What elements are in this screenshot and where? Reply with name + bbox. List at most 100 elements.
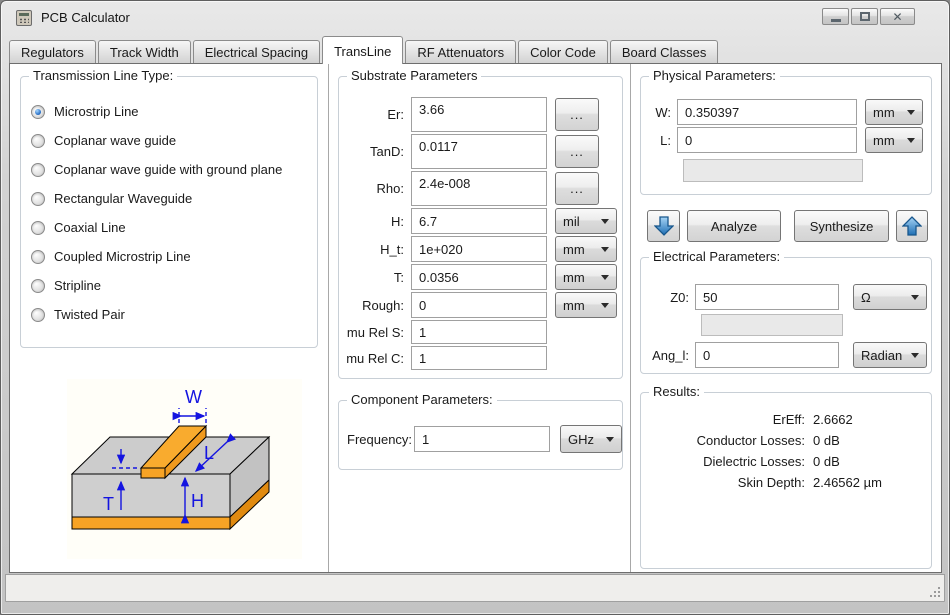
parameter-input[interactable]: 1: [411, 320, 547, 344]
maximize-icon: [860, 12, 870, 21]
column-separator: [630, 64, 631, 572]
calculator-icon: [16, 10, 32, 26]
line-type-options: Microstrip Line Coplanar wave guide Copl…: [21, 77, 317, 329]
parameter-value: 3.66: [419, 102, 444, 117]
tab[interactable]: Color Code: [518, 40, 608, 63]
chevron-down-icon: [601, 303, 609, 308]
radio-option[interactable]: Twisted Pair: [31, 300, 317, 329]
parameter-input[interactable]: 0.0117: [411, 134, 547, 169]
unit-value: mm: [563, 270, 585, 285]
parameter-input[interactable]: 0.350397: [677, 99, 857, 125]
parameter-value: 1: [419, 325, 426, 340]
parameter-value: 0: [419, 298, 426, 313]
unit-dropdown[interactable]: mm: [555, 292, 617, 318]
tab-label: Color Code: [530, 45, 596, 60]
tab[interactable]: TransLine: [322, 36, 403, 64]
chevron-down-icon: [911, 295, 919, 300]
unit-dropdown[interactable]: mm: [555, 264, 617, 290]
radio-option[interactable]: Coaxial Line: [31, 213, 317, 242]
radio-option[interactable]: Rectangular Waveguide: [31, 184, 317, 213]
parameter-input[interactable]: 0: [677, 127, 857, 153]
parameter-input[interactable]: 0: [411, 292, 547, 318]
tab-label: RF Attenuators: [417, 45, 504, 60]
parameter-input[interactable]: 1e+020: [411, 236, 547, 262]
z0-input[interactable]: 50: [695, 284, 839, 310]
radio-label: Microstrip Line: [54, 104, 139, 119]
physical-readout-field: [683, 159, 863, 182]
diagram-label-w: W: [185, 387, 202, 407]
maximize-button[interactable]: [851, 8, 878, 25]
copy-up-button[interactable]: [896, 210, 928, 242]
substrate-rows: Er: 3.66 ... TanD: 0.0117: [341, 97, 620, 372]
tab[interactable]: Board Classes: [610, 40, 719, 63]
synthesize-button[interactable]: Synthesize: [794, 210, 889, 242]
chevron-down-icon: [601, 247, 609, 252]
unit-dropdown[interactable]: mm: [865, 127, 923, 153]
parameter-input[interactable]: 6.7: [411, 208, 547, 234]
copy-down-button[interactable]: [647, 210, 680, 242]
title-bar[interactable]: PCB Calculator ✕: [1, 1, 949, 34]
parameter-value: 0: [685, 133, 692, 148]
radio-option[interactable]: Stripline: [31, 271, 317, 300]
unit-dropdown[interactable]: mm: [555, 236, 617, 262]
radio-option[interactable]: Coplanar wave guide with ground plane: [31, 155, 317, 184]
radio-option[interactable]: Microstrip Line: [31, 97, 317, 126]
angl-unit-dropdown[interactable]: Radian: [853, 342, 927, 368]
frequency-unit-dropdown[interactable]: GHz: [560, 425, 622, 453]
result-label: Dielectric Losses:: [641, 451, 813, 472]
frequency-input[interactable]: 1: [414, 426, 550, 452]
radio-icon: [31, 192, 45, 206]
radio-icon: [31, 250, 45, 264]
unit-dropdown[interactable]: mm: [865, 99, 923, 125]
angl-input[interactable]: 0: [695, 342, 839, 368]
unit-dropdown[interactable]: mil: [555, 208, 617, 234]
parameter-value: 1: [419, 351, 426, 366]
ellipsis-button[interactable]: ...: [555, 135, 599, 168]
parameter-label: mu Rel C:: [341, 351, 411, 366]
group-title: Physical Parameters:: [649, 68, 780, 83]
angl-row: Ang_l: 0 Radian: [645, 342, 927, 368]
arrow-up-icon: [902, 215, 922, 237]
analyze-button[interactable]: Analyze: [687, 210, 781, 242]
parameter-label: H:: [341, 214, 411, 229]
ellipsis-button[interactable]: ...: [555, 98, 599, 131]
parameter-input[interactable]: 2.4e-008: [411, 171, 547, 206]
tab[interactable]: Electrical Spacing: [193, 40, 320, 63]
close-button[interactable]: ✕: [880, 8, 915, 25]
radio-label: Rectangular Waveguide: [54, 191, 192, 206]
parameter-input[interactable]: 0.0356: [411, 264, 547, 290]
group-title: Transmission Line Type:: [29, 68, 177, 83]
ellipsis-button[interactable]: ...: [555, 172, 599, 205]
tab[interactable]: RF Attenuators: [405, 40, 516, 63]
tab-bar: Regulators Track Width Electrical Spacin…: [9, 35, 941, 63]
radio-label: Coplanar wave guide with ground plane: [54, 162, 282, 177]
radio-icon: [31, 105, 45, 119]
minimize-button[interactable]: [822, 8, 849, 25]
diagram-label-h: H: [191, 491, 204, 511]
parameter-input[interactable]: 3.66: [411, 97, 547, 132]
radio-label: Coaxial Line: [54, 220, 126, 235]
radio-option[interactable]: Coupled Microstrip Line: [31, 242, 317, 271]
parameter-input[interactable]: 1: [411, 346, 547, 370]
radio-icon: [31, 308, 45, 322]
z0-unit-dropdown[interactable]: Ω: [853, 284, 927, 310]
radio-option[interactable]: Coplanar wave guide: [31, 126, 317, 155]
unit-value: mm: [873, 133, 895, 148]
z0-label: Z0:: [645, 290, 695, 305]
group-title: Results:: [649, 384, 704, 399]
physical-rows: W: 0.350397 mm L: 0: [647, 99, 925, 155]
chevron-down-icon: [907, 138, 915, 143]
unit-value: mil: [563, 214, 580, 229]
substrate-parameters-group: Substrate Parameters Er: 3.66 ... TanD:: [338, 76, 623, 379]
radio-label: Coplanar wave guide: [54, 133, 176, 148]
tab[interactable]: Track Width: [98, 40, 191, 63]
tab[interactable]: Regulators: [9, 40, 96, 63]
tab-label: TransLine: [334, 44, 391, 59]
resize-grip[interactable]: [929, 586, 941, 598]
window-title: PCB Calculator: [41, 10, 130, 25]
tab-label: Track Width: [110, 45, 179, 60]
radio-icon: [31, 221, 45, 235]
frequency-value: 1: [422, 432, 429, 447]
radio-label: Coupled Microstrip Line: [54, 249, 191, 264]
parameter-row: Er: 3.66 ...: [341, 97, 620, 132]
